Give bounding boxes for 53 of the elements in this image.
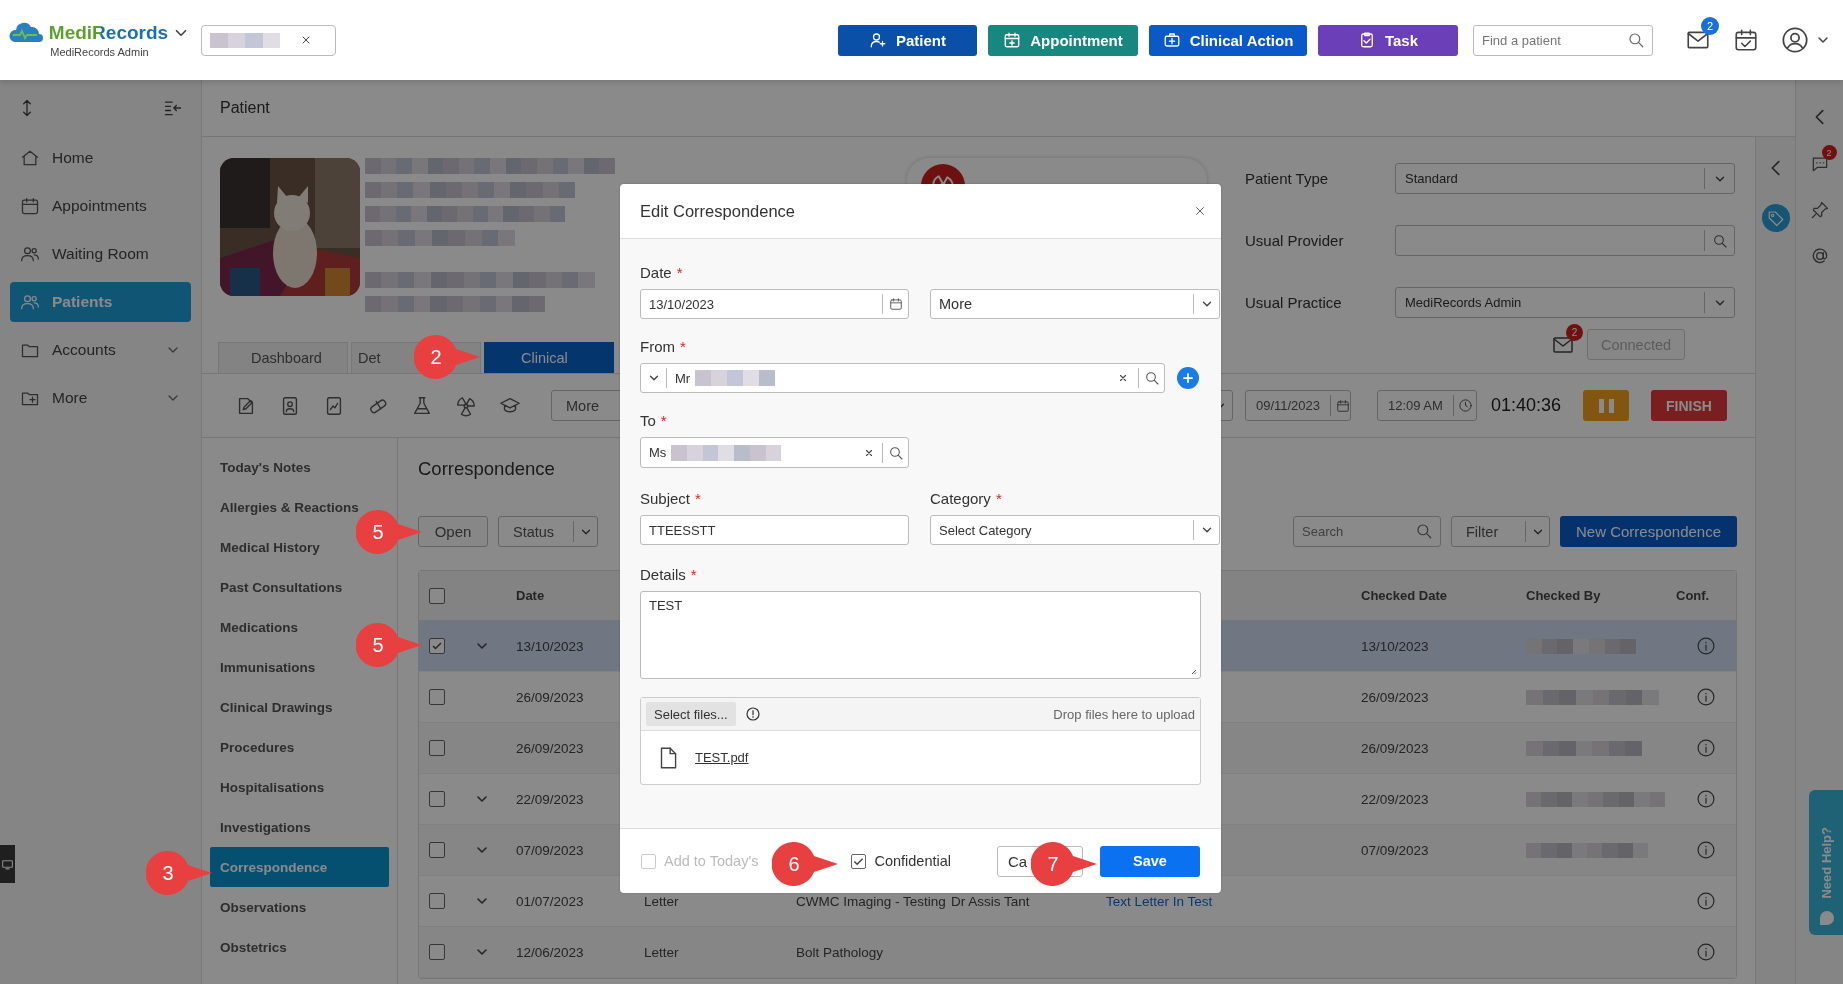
table-cell: 26/09/2023	[1361, 740, 1429, 756]
field-label: Patient Type	[1245, 170, 1330, 187]
field-label: Subject	[640, 489, 691, 507]
table-cell: 07/09/2023	[516, 842, 584, 858]
notification-badge: 2	[1566, 323, 1583, 341]
step-callout: 5	[356, 623, 422, 667]
notification-badge: 2	[1701, 17, 1719, 35]
field-label: Usual Provider	[1245, 232, 1345, 249]
table-cell: 26/09/2023	[516, 740, 584, 756]
dialog-title: Edit Correspondence	[640, 201, 795, 221]
table-cell: 13/10/2023	[1361, 638, 1429, 654]
field-label: From	[640, 337, 675, 355]
notification-badge: 2	[1821, 145, 1837, 160]
required-asterisk: *	[995, 489, 1002, 507]
step-callout: 6	[772, 842, 838, 886]
step-callout: 7	[1031, 842, 1097, 886]
table-cell: Dr Assis Tant	[951, 893, 1030, 909]
name-prefix: Mr	[675, 370, 691, 386]
column-header: Conf.	[1676, 588, 1710, 603]
table-cell: 07/09/2023	[1361, 842, 1429, 858]
table-cell: Letter	[644, 944, 679, 960]
required-asterisk: *	[690, 565, 697, 583]
required-asterisk: *	[680, 337, 686, 355]
upload-hint: Drop files here to upload	[1053, 706, 1195, 722]
column-header: Checked Date	[1361, 588, 1447, 603]
name-prefix: Ms	[649, 445, 667, 460]
column-header: Checked By	[1526, 588, 1601, 603]
page-title: Patient	[220, 99, 270, 117]
table-cell: CWMC Imaging - Testing	[796, 893, 946, 909]
checkbox-label: Add to Today's	[664, 853, 759, 869]
field-label: Details	[640, 565, 686, 583]
field-label: Usual Practice	[1245, 294, 1343, 311]
table-cell: 22/09/2023	[516, 791, 584, 807]
table-cell: 26/09/2023	[1361, 689, 1429, 705]
checkbox-label: Confidential	[874, 853, 951, 869]
section-title: Correspondence	[418, 458, 555, 480]
table-cell: Bolt Pathology	[796, 944, 884, 960]
table-cell: Letter	[644, 893, 679, 909]
required-asterisk: *	[676, 263, 683, 281]
table-cell: 22/09/2023	[1361, 791, 1429, 807]
table-cell: 13/10/2023	[516, 638, 584, 654]
table-cell: 01/07/2023	[516, 893, 584, 909]
step-callout: 3	[146, 851, 212, 895]
table-cell: 12/06/2023	[516, 944, 584, 960]
column-header: Date	[516, 588, 545, 603]
step-callout: 2	[414, 335, 480, 379]
table-cell: 26/09/2023	[516, 689, 584, 705]
required-asterisk: *	[660, 411, 667, 429]
brand-subtitle: MediRecords Admin	[50, 46, 149, 58]
field-label: Date	[640, 263, 672, 281]
required-asterisk: *	[695, 489, 701, 507]
field-label: Category	[930, 489, 991, 507]
session-timer: 01:40:36	[1490, 395, 1561, 416]
